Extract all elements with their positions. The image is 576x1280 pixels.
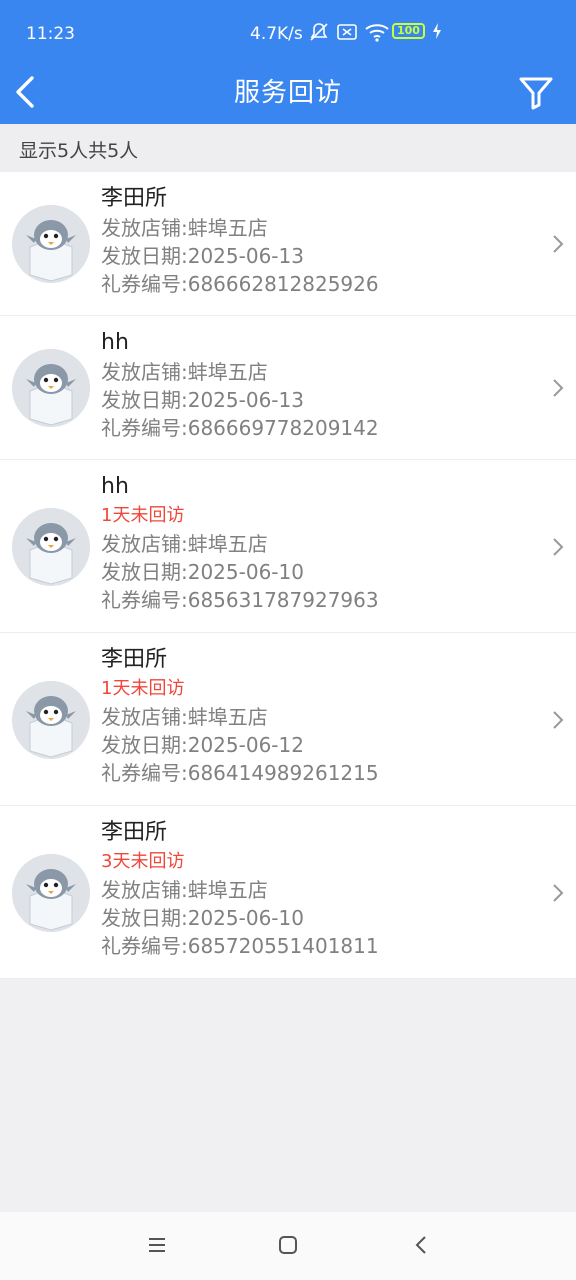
record-item[interactable]: 李田所发放店铺:蚌埠五店发放日期:2025-06-13 礼券编号:68666281…: [0, 172, 576, 316]
coupon-number: 礼券编号:685631787927963: [101, 588, 379, 612]
nav-bar: 服务回访: [0, 64, 576, 124]
store-info: 发放店铺:蚌埠五店: [101, 360, 268, 384]
avatar: [12, 205, 90, 283]
issue-date: 发放日期:2025-06-13: [101, 388, 304, 412]
record-name: 李田所: [101, 647, 168, 672]
avatar: [12, 508, 90, 586]
home-icon[interactable]: [273, 1230, 303, 1260]
avatar: [12, 854, 90, 932]
chevron-right-icon: [550, 882, 566, 904]
wifi-icon: [364, 22, 389, 42]
coupon-number: 礼券编号:686662812825926: [101, 272, 379, 296]
record-content: 李田所发放店铺:蚌埠五店发放日期:2025-06-13 礼券编号:68666281…: [101, 184, 379, 298]
status-bar: 11:23 4.7K/s 100: [0, 0, 576, 64]
battery-icon: 100: [392, 23, 425, 39]
record-content: hh 1天未回访发放店铺:蚌埠五店发放日期:2025-06-10 礼券编号:6856…: [101, 472, 379, 614]
chevron-right-icon: [550, 233, 566, 255]
menu-icon[interactable]: [142, 1230, 172, 1260]
record-content: 李田所 1天未回访发放店铺:蚌埠五店发放日期:2025-06-12 礼券编号:686…: [101, 645, 379, 787]
record-name: hh: [101, 330, 129, 355]
store-info: 发放店铺:蚌埠五店: [101, 878, 268, 902]
coupon-number: 礼券编号:686669778209142: [101, 416, 379, 440]
system-nav-bar: [0, 1212, 576, 1280]
filter-button[interactable]: [516, 70, 556, 114]
overdue-label: 1天未回访: [101, 505, 185, 526]
chevron-right-icon: [550, 709, 566, 731]
sim-off-icon: [336, 22, 358, 40]
issue-date: 发放日期:2025-06-13: [101, 244, 304, 268]
record-content: hh 发放店铺:蚌埠五店发放日期:2025-06-13 礼券编号:686669778…: [101, 328, 379, 442]
store-info: 发放店铺:蚌埠五店: [101, 705, 268, 729]
charging-icon: [431, 22, 443, 40]
issue-date: 发放日期:2025-06-10: [101, 560, 304, 584]
coupon-number: 礼券编号:686414989261215: [101, 761, 379, 785]
record-name: hh: [101, 474, 129, 499]
overdue-label: 1天未回访: [101, 678, 185, 699]
issue-date: 发放日期:2025-06-10: [101, 906, 304, 930]
status-icons: 100: [308, 22, 443, 42]
app-header: 11:23 4.7K/s 100 服务回访: [0, 0, 576, 124]
record-name: 李田所: [101, 820, 168, 845]
filter-icon: [519, 77, 553, 110]
avatar: [12, 681, 90, 759]
record-item[interactable]: 李田所 1天未回访发放店铺:蚌埠五店发放日期:2025-06-12 礼券编号:686…: [0, 633, 576, 806]
record-list: 李田所 发放店铺:蚌埠五店 发放日期:2025-06-13 礼券编号:68666281…: [0, 172, 576, 979]
back-icon[interactable]: [406, 1230, 436, 1260]
record-item[interactable]: hh 1天未回访发放店铺:蚌埠五店发放日期:2025-06-10 礼券编号:6856…: [0, 460, 576, 633]
page-title: 服务回访: [233, 78, 342, 108]
result-summary: 显示5人共5人: [0, 124, 576, 172]
store-info: 发放店铺:蚌埠五店: [101, 216, 268, 240]
status-time: 11:23: [26, 24, 75, 44]
issue-date: 发放日期:2025-06-12: [101, 733, 304, 757]
record-item[interactable]: hh 发放店铺:蚌埠五店发放日期:2025-06-13 礼券编号:686669778…: [0, 316, 576, 460]
record-content: 李田所 3天未回访发放店铺:蚌埠五店发放日期:2025-06-10 礼券编号:685…: [101, 818, 379, 960]
bell-off-icon: [308, 22, 330, 41]
store-info: 发放店铺:蚌埠五店: [101, 532, 268, 556]
coupon-number: 礼券编号:685720551401811: [101, 934, 379, 958]
record-item[interactable]: 李田所 3天未回访发放店铺:蚌埠五店发放日期:2025-06-10 礼券编号:685…: [0, 806, 576, 979]
record-name: 李田所: [101, 186, 168, 211]
chevron-right-icon: [550, 536, 566, 558]
overdue-label: 3天未回访: [101, 851, 185, 872]
chevron-right-icon: [550, 377, 566, 399]
avatar: [12, 349, 90, 427]
network-speed: 4.7K/s: [250, 24, 303, 44]
